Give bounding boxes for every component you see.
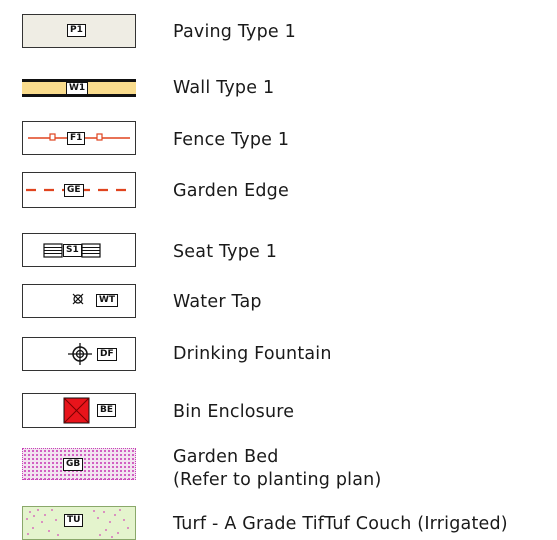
legend-row-turf: TU Turf - A Grade TifTuf Couch (Irrigate… (0, 506, 557, 540)
turf-code-tag: TU (64, 514, 84, 527)
water-tap-icon (72, 293, 84, 305)
garden-bed-label-line2: (Refer to planting plan) (173, 470, 382, 490)
legend-row-wall: W1 Wall Type 1 (0, 70, 557, 106)
paving-label: Paving Type 1 (173, 22, 296, 42)
seat-label: Seat Type 1 (173, 242, 278, 262)
seat-icon (43, 243, 101, 258)
garden-edge-label: Garden Edge (173, 181, 289, 201)
drinking-fountain-label: Drinking Fountain (173, 344, 332, 364)
wall-code-tag: W1 (66, 82, 89, 95)
water-tap-label: Water Tap (173, 292, 262, 312)
garden-edge-code-tag: GE (64, 184, 84, 197)
legend-row-fence: F1 Fence Type 1 (0, 121, 557, 157)
legend-row-drinking-fountain: DF Drinking Fountain (0, 337, 557, 373)
turf-label: Turf - A Grade TifTuf Couch (Irrigated) (173, 514, 508, 534)
paving-code-tag: P1 (67, 24, 86, 37)
water-tap-code-tag: WT (96, 294, 119, 307)
legend-row-water-tap: WT Water Tap (0, 283, 557, 319)
legend-row-seat: S1 Seat Type 1 (0, 232, 557, 268)
legend-row-paving: P1 Paving Type 1 (0, 13, 557, 49)
drinking-fountain-code-tag: DF (97, 348, 117, 361)
wall-label: Wall Type 1 (173, 78, 275, 98)
garden-bed-label: Garden Bed (173, 447, 279, 467)
bin-enclosure-code-tag: BE (97, 404, 117, 417)
legend-row-garden-edge: GE Garden Edge (0, 172, 557, 208)
legend-row-bin-enclosure: BE Bin Enclosure (0, 393, 557, 429)
fence-code-tag: F1 (67, 132, 86, 145)
fence-label: Fence Type 1 (173, 130, 290, 150)
legend-row-garden-bed: GB Garden Bed (Refer to planting plan) (0, 444, 557, 494)
bin-enclosure-label: Bin Enclosure (173, 402, 295, 422)
seat-code-tag: S1 (63, 244, 82, 257)
garden-bed-code-tag: GB (63, 458, 84, 471)
